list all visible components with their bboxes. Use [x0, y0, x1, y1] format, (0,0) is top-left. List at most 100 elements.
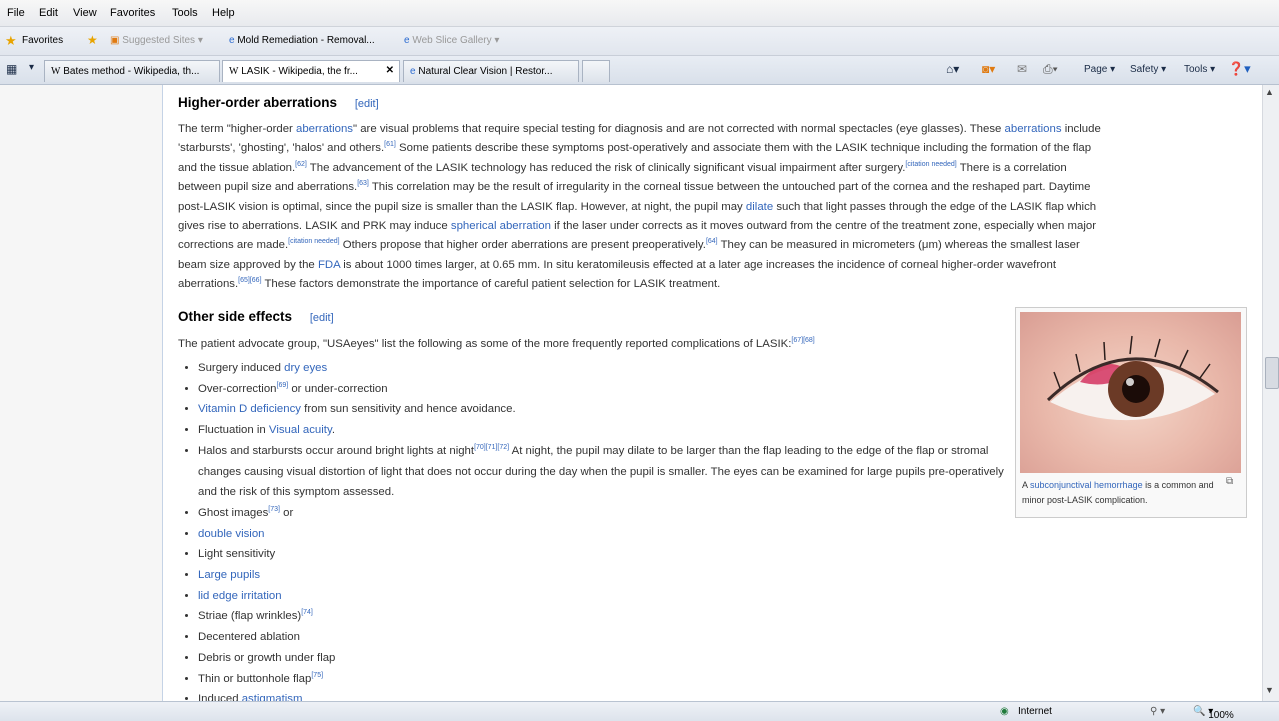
close-tab-icon[interactable]: ✕ — [386, 65, 394, 76]
safety-menu[interactable]: Safety ▾ — [1130, 64, 1166, 75]
favorites-button[interactable]: Favorites — [22, 35, 63, 46]
side-effects-intro: The patient advocate group, "USAeyes" li… — [178, 335, 1008, 354]
double-vision-link[interactable]: double vision — [198, 528, 265, 540]
citation-ref[interactable]: [64] — [706, 239, 718, 246]
text-segment: aberrations. — [178, 278, 239, 291]
text-segment: Surgery induced — [198, 362, 285, 374]
dilate-link[interactable]: dilate — [746, 201, 773, 213]
paragraph-line: aberrations.[65][66] These factors demon… — [178, 275, 1238, 294]
menu-tools[interactable]: Tools — [172, 7, 198, 19]
eye-hemorrhage-image[interactable] — [1020, 312, 1241, 473]
read-mail-icon[interactable]: ✉ — [1017, 62, 1027, 76]
list-item: Over-correction[69] or under-correction — [198, 379, 1010, 400]
paragraph-line: corrections are made.[citation needed] O… — [178, 236, 1238, 255]
scroll-up-arrow-icon[interactable]: ▲ — [1265, 87, 1274, 97]
new-tab-button[interactable] — [582, 60, 610, 82]
aberrations-link[interactable]: aberrations — [296, 123, 353, 135]
large-pupils-link[interactable]: Large pupils — [198, 569, 260, 581]
list-item: Vitamin D deficiency from sun sensitivit… — [198, 399, 1010, 420]
citation-ref[interactable]: [61] — [384, 142, 396, 149]
citation-ref[interactable]: [62] — [295, 161, 307, 168]
page-content: Higher-order aberrations [edit] The term… — [0, 85, 1262, 701]
page-menu[interactable]: Page ▾ — [1084, 64, 1115, 75]
tab-lasik[interactable]: W LASIK - Wikipedia, the fr... ✕ — [222, 60, 400, 82]
paragraph-line: and the tissue ablation.[62] The advance… — [178, 159, 1238, 178]
text-segment: beam size approved by the — [178, 258, 318, 271]
citation-ref[interactable]: [67][68] — [791, 337, 814, 344]
menu-edit[interactable]: Edit — [39, 7, 58, 19]
text-segment: Debris or growth under flap — [198, 651, 336, 664]
menu-favorites[interactable]: Favorites — [110, 7, 155, 19]
web-slice-gallery-link[interactable]: e Web Slice Gallery ▾ — [404, 35, 499, 46]
vitamin-d-deficiency-link[interactable]: Vitamin D deficiency — [198, 403, 301, 415]
citation-ref[interactable]: [74] — [301, 610, 313, 617]
status-bar: ◉ Internet ⚲ ▾ 🔍 100% ▾ — [0, 701, 1279, 721]
tab-bates-method[interactable]: W Bates method - Wikipedia, th... — [44, 60, 220, 82]
paragraph-line: beam size approved by the FDA is about 1… — [178, 256, 1238, 275]
mold-remediation-link[interactable]: e Mold Remediation - Removal... — [229, 35, 375, 46]
text-segment: from sun sensitivity and hence avoidance… — [300, 403, 516, 416]
tools-menu[interactable]: Tools ▾ — [1184, 64, 1215, 75]
wikipedia-icon: W — [51, 66, 61, 77]
menu-view[interactable]: View — [73, 7, 97, 19]
section-title: Other side effects — [178, 309, 293, 324]
paragraph-line: 'starbursts', 'ghosting', 'halos' and ot… — [178, 139, 1238, 158]
menu-file[interactable]: File — [7, 7, 25, 19]
text-segment: Over-correction — [198, 382, 277, 395]
zoom-control[interactable]: 🔍 100% ▾ — [1193, 706, 1234, 721]
citation-ref[interactable]: [63] — [357, 180, 369, 187]
citation-ref[interactable]: [75] — [311, 672, 323, 679]
lid-edge-irritation-link[interactable]: lid edge irritation — [198, 590, 282, 602]
spherical-aberration-link[interactable]: spherical aberration — [451, 220, 551, 232]
paragraph-line: The term "higher-order aberrations" are … — [178, 120, 1238, 139]
dry-eyes-link[interactable]: dry eyes — [284, 362, 327, 374]
text-segment: if the laser under corrects as it moves … — [550, 220, 1097, 233]
edit-link[interactable]: [edit] — [355, 98, 379, 110]
list-item: Induced astigmatism — [198, 689, 1010, 701]
feeds-icon[interactable]: ◙▾ — [982, 62, 995, 76]
fda-link[interactable]: FDA — [318, 259, 340, 271]
paragraph-line: between pupil size and aberrations.[63] … — [178, 178, 1238, 197]
list-item: double vision — [198, 524, 1010, 545]
tab-label: LASIK - Wikipedia, the fr... — [241, 66, 358, 77]
ie-page-icon: e — [410, 66, 416, 77]
vertical-scrollbar[interactable]: ▲ ▼ — [1262, 85, 1279, 701]
astigmatism-link[interactable]: astigmatism — [242, 693, 303, 701]
internet-zone-icon: ◉ — [1000, 706, 1009, 717]
text-segment: is about 1000 times larger, at 0.65 mm. … — [340, 258, 1056, 271]
security-zone-label: Internet — [1018, 706, 1052, 717]
print-icon[interactable]: ⎙▾ — [1043, 62, 1058, 77]
text-segment: 'starbursts', 'ghosting', 'halos' and ot… — [178, 142, 385, 155]
tab-list-icon[interactable]: ▾ — [29, 62, 34, 73]
suggested-sites-link[interactable]: ▣ Suggested Sites ▾ — [110, 35, 203, 46]
quick-tabs-icon[interactable]: ▦ — [6, 62, 17, 76]
paragraph-line: post-LASIK vision is optimal, since the … — [178, 198, 1238, 217]
protected-mode-icon[interactable]: ⚲ ▾ — [1150, 706, 1165, 717]
help-icon[interactable]: ❓▾ — [1228, 61, 1251, 77]
list-item: Halos and starbursts occur around bright… — [198, 441, 1010, 503]
tools-menu-label: Tools — [1184, 64, 1208, 75]
visual-acuity-link[interactable]: Visual acuity — [269, 424, 332, 436]
tab-natural-clear-vision[interactable]: e Natural Clear Vision | Restor... — [403, 60, 579, 82]
subconjunctival-hemorrhage-link[interactable]: subconjunctival hemorrhage — [1030, 480, 1143, 490]
aberrations-link[interactable]: aberrations — [1005, 123, 1062, 135]
citation-ref[interactable]: [citation needed] — [905, 161, 956, 168]
add-favorite-icon[interactable]: ★ — [87, 33, 98, 47]
list-item: Surgery induced dry eyes — [198, 358, 1010, 379]
scroll-down-arrow-icon[interactable]: ▼ — [1265, 685, 1274, 695]
citation-ref[interactable]: [65][66] — [238, 277, 261, 284]
citation-ref[interactable]: [73] — [268, 506, 280, 513]
favorites-star-icon: ★ — [5, 33, 17, 48]
menu-help[interactable]: Help — [212, 7, 235, 19]
citation-ref[interactable]: [69] — [277, 382, 289, 389]
menu-bar: File Edit View Favorites Tools Help — [0, 0, 1279, 27]
text-segment: such that light passes through the edge … — [773, 200, 1097, 213]
thumbnail-caption: A subconjunctival hemorrhage is a common… — [1022, 478, 1232, 508]
edit-link[interactable]: [edit] — [310, 312, 334, 324]
side-effects-list: Surgery induced dry eyesOver-correction[… — [186, 358, 1010, 701]
citation-ref[interactable]: [citation needed] — [288, 239, 339, 246]
text-segment: The advancement of the LASIK technology … — [306, 161, 906, 174]
home-icon[interactable]: ⌂▾ — [946, 62, 959, 76]
scroll-thumb[interactable] — [1265, 357, 1279, 389]
citation-ref[interactable]: [70][71][72] — [474, 444, 509, 451]
